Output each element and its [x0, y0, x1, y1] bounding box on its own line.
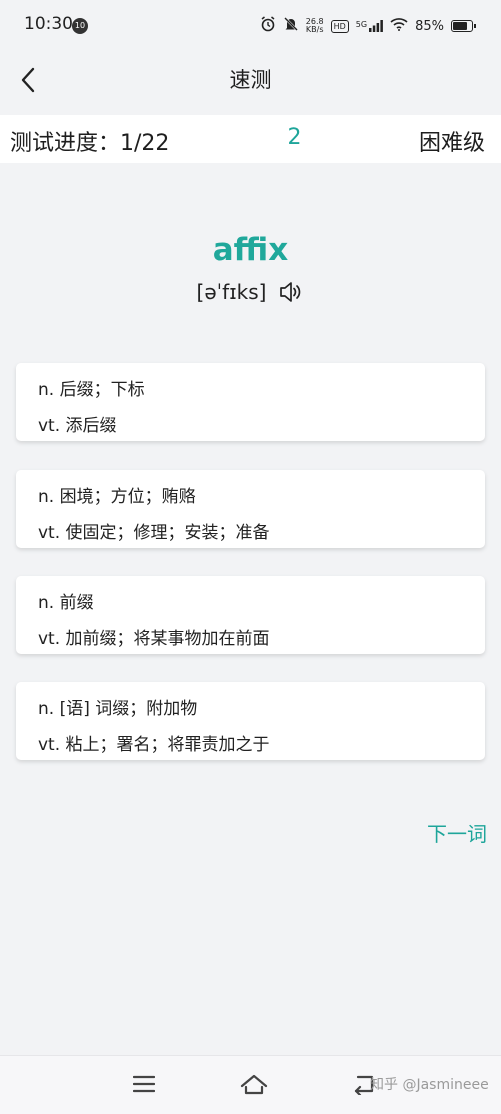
status-icons: 26.8 KB/s HD 5G 85% — [260, 12, 476, 40]
mute-icon — [283, 16, 299, 36]
home-icon — [240, 1074, 268, 1095]
phonetic-row: [əˈfɪks] — [0, 278, 501, 306]
wifi-icon — [390, 17, 408, 35]
home-button[interactable] — [236, 1066, 272, 1102]
option-verb: vt. 使固定；修理；安装；准备 — [38, 523, 270, 543]
alarm-icon — [260, 16, 276, 36]
network-speed: 26.8 KB/s — [306, 18, 324, 34]
option-noun: n. [语] 词缀；附加物 — [38, 699, 198, 719]
notification-badge: 10 — [72, 18, 88, 34]
phonetic: [əˈfɪks] — [196, 280, 267, 304]
watermark: 知乎 @Jasmineee — [370, 1077, 489, 1093]
menu-icon — [133, 1075, 155, 1093]
option-card-1[interactable]: n. 后缀；下标 vt. 添后缀 — [16, 363, 485, 441]
speaker-icon[interactable] — [276, 278, 304, 306]
progress-row: 测试进度：1/22 2 困难级 — [0, 115, 501, 163]
next-word-button[interactable]: 下一词 — [427, 818, 487, 847]
battery-fill — [453, 22, 467, 30]
option-noun: n. 前缀 — [38, 593, 94, 613]
option-noun: n. 后缀；下标 — [38, 380, 145, 400]
nav-bar: 速测 — [0, 52, 501, 112]
net-speed-unit: KB/s — [305, 25, 324, 34]
option-card-4[interactable]: n. [语] 词缀；附加物 vt. 粘上；署名；将罪责加之于 — [16, 682, 485, 760]
menu-button[interactable] — [126, 1066, 162, 1102]
battery-percent: 85% — [415, 18, 444, 34]
system-nav-bar: 知乎 @Jasmineee — [0, 1055, 501, 1114]
battery-icon — [451, 20, 476, 32]
page-title: 速测 — [229, 68, 272, 92]
status-bar: 10:30 10 26.8 KB/s HD 5G 85% — [0, 0, 501, 52]
signal-5g-icon: 5G — [356, 20, 383, 32]
option-verb: vt. 粘上；署名；将罪责加之于 — [38, 735, 270, 755]
hd-indicator: HD — [330, 19, 349, 33]
quiz-word: affix — [212, 232, 289, 268]
option-verb: vt. 添后缀 — [38, 416, 117, 436]
option-card-3[interactable]: n. 前缀 vt. 加前缀；将某事物加在前面 — [16, 576, 485, 654]
option-card-2[interactable]: n. 困境；方位；贿赂 vt. 使固定；修理；安装；准备 — [16, 470, 485, 548]
option-noun: n. 困境；方位；贿赂 — [38, 487, 196, 507]
difficulty-level: 困难级 — [418, 131, 485, 156]
option-verb: vt. 加前缀；将某事物加在前面 — [38, 629, 270, 649]
network-label: 5G — [355, 20, 368, 29]
status-time: 10:30 — [24, 14, 73, 34]
